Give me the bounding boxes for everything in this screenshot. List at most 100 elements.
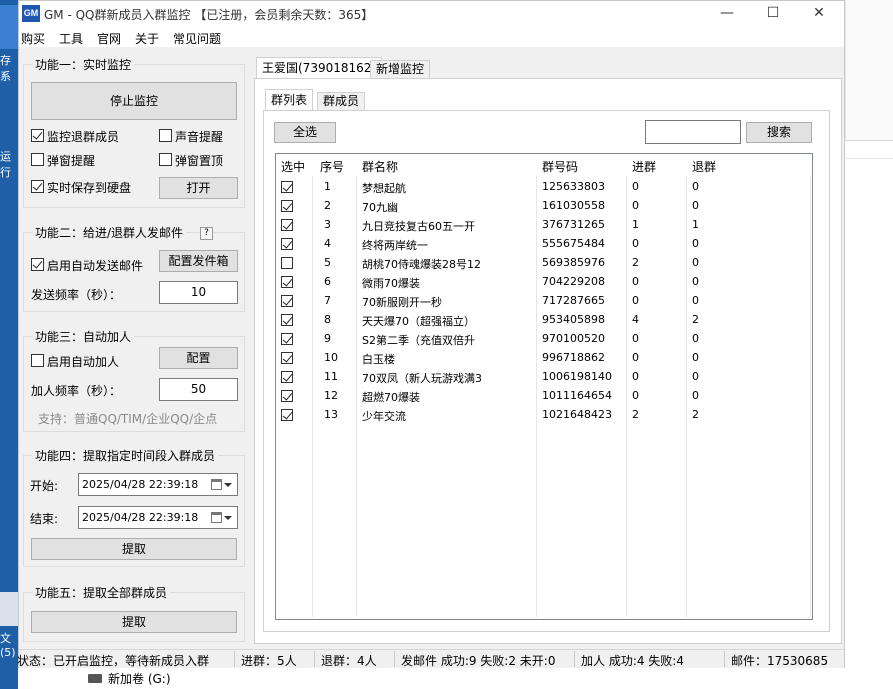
popup-alert-checkbox[interactable] (31, 153, 44, 166)
extract-range-button[interactable]: 提取 (31, 538, 237, 560)
table-row[interactable]: 5 胡桃70侍魂爆装28号12 569385976 2 0 (276, 254, 812, 273)
row-checkbox[interactable] (281, 371, 293, 383)
end-datetime-picker[interactable]: 2025/04/28 22:39:18 (78, 506, 238, 529)
row-checkbox[interactable] (281, 409, 293, 421)
row-checkbox[interactable] (281, 276, 293, 288)
menu-about[interactable]: 关于 (135, 30, 159, 47)
add-frequency-input[interactable]: 50 (159, 378, 238, 401)
table-row[interactable]: 11 70双凤（新人玩游戏满3 1006198140 0 0 (276, 368, 812, 387)
auto-email-checkbox[interactable] (31, 258, 44, 271)
monitor-exit-label: 监控退群成员 (47, 130, 120, 144)
row-checkbox[interactable] (281, 181, 293, 193)
config-button[interactable]: 配置 (159, 347, 238, 369)
table-row[interactable]: 6 微雨70爆装 704229208 0 0 (276, 273, 812, 292)
cell-exit: 0 (692, 256, 699, 269)
row-checkbox[interactable] (281, 219, 293, 231)
open-button[interactable]: 打开 (159, 177, 238, 199)
cell-no: 9 (324, 332, 331, 345)
row-checkbox[interactable] (281, 390, 293, 402)
cell-exit: 0 (692, 275, 699, 288)
table-row[interactable]: 10 白玉楼 996718862 0 0 (276, 349, 812, 368)
search-button[interactable]: 搜索 (746, 122, 812, 143)
row-checkbox[interactable] (281, 352, 293, 364)
cell-name: 终将两岸统一 (362, 239, 428, 252)
cell-id: 1011164654 (542, 389, 612, 402)
start-datetime-picker[interactable]: 2025/04/28 22:39:18 (78, 473, 238, 496)
status-mail: 发邮件 成功:9 失败:2 未开:0 (401, 654, 556, 668)
select-all-button[interactable]: 全选 (274, 122, 336, 143)
menu-tools[interactable]: 工具 (59, 30, 83, 47)
table-row[interactable]: 7 70新服刚开一秒 717287665 0 0 (276, 292, 812, 311)
cell-name: 超燃70爆装 (362, 391, 420, 404)
close-button[interactable]: ✕ (796, 1, 842, 27)
cell-join: 0 (632, 389, 639, 402)
stop-monitor-button[interactable]: 停止监控 (31, 82, 237, 120)
cell-join: 2 (632, 408, 639, 421)
cell-id: 125633803 (542, 180, 605, 193)
help-icon[interactable]: ? (200, 227, 213, 240)
table-row[interactable]: 1 梦想起航 125633803 0 0 (276, 178, 812, 197)
column-header[interactable]: 序号 (320, 158, 344, 175)
title-bar[interactable]: GM GM - QQ群新成员入群监控 【已注册，会员剩余天数：365】 — ☐ … (19, 1, 844, 27)
extract-all-button[interactable]: 提取 (31, 611, 237, 633)
column-header[interactable]: 选中 (281, 158, 305, 175)
cell-no: 4 (324, 237, 331, 250)
sound-alert-checkbox[interactable] (159, 129, 172, 142)
desktop-label: 存系 (0, 54, 11, 83)
column-header[interactable]: 群号码 (542, 158, 578, 175)
time-range-group: 功能四：提取指定时间段入群成员 开始: 2025/04/28 22:39:18 … (23, 447, 245, 567)
config-mailbox-button[interactable]: 配置发件箱 (159, 250, 238, 272)
cell-id: 1006198140 (542, 370, 612, 383)
row-checkbox[interactable] (281, 238, 293, 250)
end-datetime-value: 2025/04/28 22:39:18 (82, 511, 199, 524)
menu-faq[interactable]: 常见问题 (173, 30, 221, 47)
cell-no: 8 (324, 313, 331, 326)
group-title: 功能一：实时监控 (32, 56, 135, 73)
table-row[interactable]: 2 70九幽 161030558 0 0 (276, 197, 812, 216)
window-title: GM - QQ群新成员入群监控 【已注册，会员剩余天数：365】 (44, 8, 374, 22)
monitor-exit-checkbox[interactable] (31, 129, 44, 142)
auto-add-checkbox[interactable] (31, 354, 44, 367)
cell-no: 2 (324, 199, 331, 212)
row-checkbox[interactable] (281, 257, 293, 269)
cell-no: 3 (324, 218, 331, 231)
cell-join: 2 (632, 256, 639, 269)
send-frequency-input[interactable]: 10 (159, 281, 238, 304)
table-header: 选中 序号 群名称 群号码 进群 退群 (276, 154, 812, 176)
app-icon: GM (22, 5, 40, 22)
desktop-app-icon[interactable] (0, 5, 18, 49)
table-row[interactable]: 13 少年交流 1021648423 2 2 (276, 406, 812, 425)
table-row[interactable]: 4 终将两岸统一 555675484 0 0 (276, 235, 812, 254)
popup-top-checkbox[interactable] (159, 153, 172, 166)
column-header[interactable]: 退群 (692, 158, 716, 175)
cell-id: 161030558 (542, 199, 605, 212)
tab-group-list[interactable]: 群列表 (265, 89, 314, 110)
row-checkbox[interactable] (281, 295, 293, 307)
desktop-file-icon[interactable] (0, 592, 18, 626)
drive-label[interactable]: 新加卷 (G:) (108, 670, 171, 687)
search-input[interactable] (645, 120, 741, 144)
tab-account[interactable]: 王爱国(739018162) (256, 57, 383, 78)
maximize-button[interactable]: ☐ (750, 1, 796, 27)
table-row[interactable]: 12 超燃70爆装 1011164654 0 0 (276, 387, 812, 406)
tab-members[interactable]: 群成员 (317, 92, 366, 110)
minimize-button[interactable]: — (704, 1, 750, 27)
table-row[interactable]: 9 S2第二季（充值双倍升 970100520 0 0 (276, 330, 812, 349)
column-header[interactable]: 进群 (632, 158, 656, 175)
cell-no: 12 (324, 389, 338, 402)
row-checkbox[interactable] (281, 200, 293, 212)
tab-add-monitor[interactable]: 新增监控 (370, 60, 431, 78)
cell-name: 微雨70爆装 (362, 277, 420, 290)
popup-top-label: 弹窗置顶 (175, 154, 224, 168)
row-checkbox[interactable] (281, 314, 293, 326)
menu-site[interactable]: 官网 (97, 30, 121, 47)
row-checkbox[interactable] (281, 333, 293, 345)
save-disk-checkbox[interactable] (31, 180, 44, 193)
calendar-icon (211, 512, 222, 523)
table-row[interactable]: 3 九日竞技复古60五一开 376731265 1 1 (276, 216, 812, 235)
column-header[interactable]: 群名称 (362, 158, 398, 175)
chevron-down-icon (224, 483, 232, 487)
menu-buy[interactable]: 购买 (21, 30, 45, 47)
extract-all-group: 功能五：提取全部群成员 提取 (23, 584, 245, 642)
table-row[interactable]: 8 天天爆70（超强福立） 953405898 4 2 (276, 311, 812, 330)
